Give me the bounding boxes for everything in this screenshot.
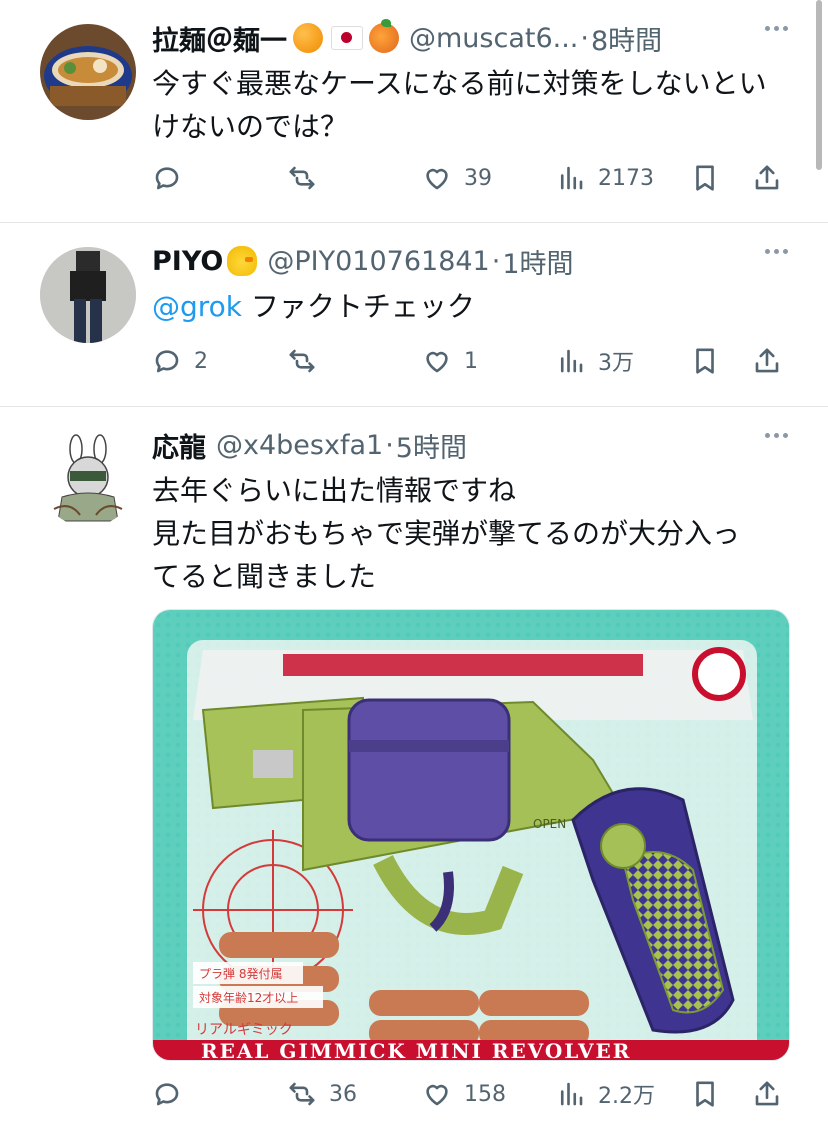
action-bar: 36 158 2.2万 [152,1074,788,1114]
reply-button[interactable] [152,1074,194,1114]
bookmark-button[interactable] [690,1074,720,1114]
bookmark-button[interactable] [690,341,720,381]
product-banner: REAL GIMMICK MINI REVOLVER [201,1039,631,1060]
toy-revolver-photo: プラ弾 8発付属 対象年齢12才以上 リアルギミック OPEN REAL GIM… [153,610,789,1060]
display-name[interactable]: 応龍 [152,426,206,465]
mention-link[interactable]: @grok [152,290,242,323]
bookmark-icon [696,165,714,191]
tweet-header: 応龍 @x4besxfa1 · 5時間 [152,425,788,465]
share-icon [755,1081,779,1106]
tweet-text-line: 去年ぐらいに出た情報ですね [152,474,517,507]
japan-flag-icon [331,26,363,50]
tweet-text-body: ファクトチェック [250,290,475,323]
separator-dot: · [385,429,394,461]
chick-emoji-icon [227,246,258,276]
avatar[interactable] [40,247,136,343]
views-button[interactable]: 3万 [556,341,634,381]
views-button[interactable]: 2.2万 [556,1074,655,1114]
retweet-icon [289,1082,315,1106]
handle[interactable]: @muscat6... [409,23,578,54]
tweet-header: 拉麺＠麺一 @muscat6... · 8時間 [152,18,788,58]
share-button[interactable] [752,1074,782,1114]
handle[interactable]: @x4besxfa1 [216,430,383,461]
tweet[interactable]: PIYO @PIY010761841 · 1時間 @grok ファクトチェック … [0,223,828,407]
bookmark-icon [696,1081,714,1107]
sticker-text-2: 対象年齢12才以上 [199,990,298,1005]
bookmark-button[interactable] [690,158,720,198]
views-icon [560,1082,583,1106]
small-label: リアルギミック [195,1022,293,1038]
tweet-text: @grok ファクトチェック [152,285,788,328]
timestamp[interactable]: 8時間 [591,19,662,58]
retweet-button[interactable] [287,158,329,198]
retweet-icon [289,166,315,190]
more-icon[interactable] [765,26,788,31]
retweet-button[interactable] [287,341,329,381]
views-icon [560,349,583,373]
reply-icon [155,350,179,373]
share-button[interactable] [752,158,782,198]
like-button[interactable]: 1 [422,341,478,381]
display-name[interactable]: PIYO [152,246,223,277]
action-bar: 2 1 3万 [152,341,788,381]
like-icon [426,168,448,190]
separator-dot: · [580,22,589,54]
timestamp[interactable]: 5時間 [396,426,467,465]
avatar[interactable] [40,24,136,120]
timestamp[interactable]: 1時間 [502,242,573,281]
tangerine-emoji-icon [369,19,399,53]
like-icon [426,351,448,373]
tweet[interactable]: 応龍 @x4besxfa1 · 5時間 去年ぐらいに出た情報ですね 見た目がおも… [0,407,828,1132]
gun-marking: OPEN [533,817,566,831]
retweet-button[interactable]: 36 [287,1074,357,1114]
avatar[interactable] [40,431,136,527]
share-button[interactable] [752,341,782,381]
reply-button[interactable]: 2 [152,341,208,381]
retweet-icon [289,349,315,373]
tweet-text: 去年ぐらいに出た情報ですね 見た目がおもちゃで実弾が撃てるのが大分入っ てると聞… [152,469,788,598]
sticker-text-1: プラ弾 8発付属 [199,967,282,981]
share-icon [755,348,779,373]
share-icon [755,165,779,190]
like-button[interactable]: 39 [422,158,492,198]
reply-icon [155,167,179,190]
tweet-text-line: 見た目がおもちゃで実弾が撃てるのが大分入っ [152,517,741,550]
separator-dot: · [491,245,501,277]
action-bar: 39 2173 [152,158,788,198]
more-icon[interactable] [765,433,788,438]
tweet-text: 今すぐ最悪なケースになる前に対策をしないといけないのでは？ [152,67,767,143]
tweet-text-line: てると聞きました [152,560,377,593]
bookmark-icon [696,348,714,374]
more-icon[interactable] [765,249,788,254]
like-button[interactable]: 158 [422,1074,506,1114]
handle[interactable]: @PIY010761841 [267,246,489,277]
display-name[interactable]: 拉麺＠麺一 [152,19,287,58]
reply-icon [155,1083,179,1106]
tweet[interactable]: 拉麺＠麺一 @muscat6... · 8時間 今すぐ最悪なケースになる前に対策… [0,0,828,223]
views-button[interactable]: 2173 [556,158,654,198]
views-icon [560,166,583,190]
reply-button[interactable] [152,158,194,198]
tweet-header: PIYO @PIY010761841 · 1時間 [152,241,788,281]
tweet-image[interactable]: プラ弾 8発付属 対象年齢12才以上 リアルギミック OPEN REAL GIM… [152,609,790,1061]
orange-emoji-icon [293,23,323,53]
like-icon [426,1084,448,1106]
